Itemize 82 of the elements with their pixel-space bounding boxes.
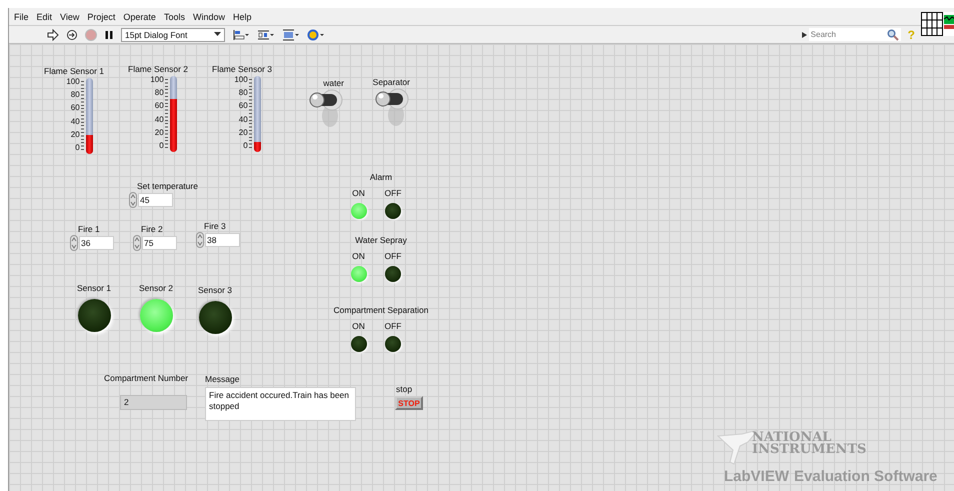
watermark-text: LabVIEW [724, 468, 790, 485]
numeric-indicator: 2 [120, 395, 187, 410]
button-label: stop [396, 384, 412, 394]
led-label: Sensor 3 [198, 285, 232, 295]
distribute-objects-icon[interactable] [257, 28, 275, 40]
numeric-field[interactable]: 38 [205, 233, 240, 247]
menu-item[interactable]: View [60, 12, 80, 22]
scale-label: 60 [70, 104, 80, 112]
menu-item[interactable]: Project [87, 12, 116, 22]
group-label: Alarm [370, 172, 392, 182]
watermark-text: NATIONAL [752, 432, 832, 444]
numeric-label: Fire 1 [78, 224, 101, 234]
indicator-label: Compartment Number [104, 373, 188, 383]
search-icon[interactable] [886, 28, 899, 40]
menu-item[interactable]: Window [192, 12, 225, 22]
group-label: Water Sepray [355, 235, 407, 245]
reorder-icon[interactable] [307, 28, 325, 40]
pause-icon[interactable] [104, 30, 114, 40]
menu-item[interactable]: Edit [36, 12, 52, 22]
font-dropdown[interactable]: 15pt Dialog Font [121, 28, 225, 42]
scale-label: 100 [150, 76, 164, 84]
scale-label: 80 [70, 91, 80, 100]
scale-label: 0 [159, 142, 164, 150]
align-objects-icon[interactable] [232, 28, 250, 40]
run-continuously-icon[interactable] [66, 28, 78, 40]
scale-label: 80 [154, 89, 164, 98]
spinner-icon[interactable] [133, 235, 141, 251]
led-label: Sensor 1 [76, 283, 112, 293]
thermometer-label: Flame Sensor 3 [212, 64, 272, 74]
numeric-label: Fire 3 [204, 221, 227, 231]
scale-label: 0 [75, 144, 80, 152]
switch-label: Separator [372, 77, 410, 87]
menu-item[interactable]: Tools [164, 12, 185, 22]
menu-item[interactable]: Operate [123, 12, 156, 22]
light-label: ON [352, 251, 365, 261]
switch-label: water [323, 78, 344, 88]
dropdown-arrow-icon[interactable] [802, 32, 807, 38]
light-label: OFF [384, 188, 402, 198]
scale-label: 40 [238, 116, 248, 124]
numeric-field[interactable]: 36 [79, 236, 114, 250]
menu-item[interactable]: Help [232, 12, 252, 22]
scale-label: 20 [238, 128, 248, 137]
watermark-text: INSTRUMENTS [752, 444, 866, 456]
thermometer-label: Flame Sensor 1 [44, 66, 104, 76]
scale-label: 20 [70, 130, 80, 139]
scale-label: 60 [238, 102, 248, 110]
scale-label: 100 [234, 76, 248, 84]
tick-marks [164, 79, 168, 149]
string-indicator: Fire accident occured.Train has been stopped [205, 387, 356, 421]
scale-label: 40 [70, 118, 80, 126]
caret-icon[interactable] [214, 32, 221, 37]
run-arrow-icon[interactable] [47, 28, 59, 40]
toggle-switch[interactable] [374, 87, 410, 127]
spinner-icon[interactable] [129, 192, 137, 208]
scale-label: 40 [154, 116, 164, 124]
numeric-label: Set temperature [137, 181, 198, 191]
scale-label: 20 [154, 128, 164, 137]
light-label: OFF [384, 251, 402, 261]
light-label: ON [352, 321, 365, 331]
spinner-icon[interactable] [196, 232, 204, 248]
scale-label: 100 [66, 78, 80, 86]
watermark-text: Evaluation Software [794, 468, 938, 485]
light-label: OFF [384, 321, 402, 331]
menu-item[interactable]: File [14, 12, 29, 22]
tick-marks [248, 79, 252, 149]
scale-label: 60 [154, 102, 164, 110]
numeric-label: Fire 2 [141, 224, 164, 234]
group-label: Compartment Separation [334, 305, 428, 315]
vi-icon[interactable] [943, 12, 954, 36]
numeric-field[interactable]: 75 [142, 236, 177, 250]
indicator-label: Message [205, 374, 240, 384]
toggle-switch[interactable] [308, 88, 344, 128]
scale-label: 0 [243, 142, 248, 150]
spinner-icon[interactable] [70, 235, 78, 251]
numeric-field[interactable]: 45 [138, 193, 173, 207]
thermometer-label: Flame Sensor 2 [128, 64, 188, 74]
led-label: Sensor 2 [138, 283, 174, 293]
light-label: ON [352, 188, 365, 198]
search-field[interactable]: Search [808, 28, 901, 41]
tick-marks [80, 81, 84, 151]
resize-objects-icon[interactable] [282, 28, 300, 40]
scale-label: 80 [238, 89, 248, 98]
